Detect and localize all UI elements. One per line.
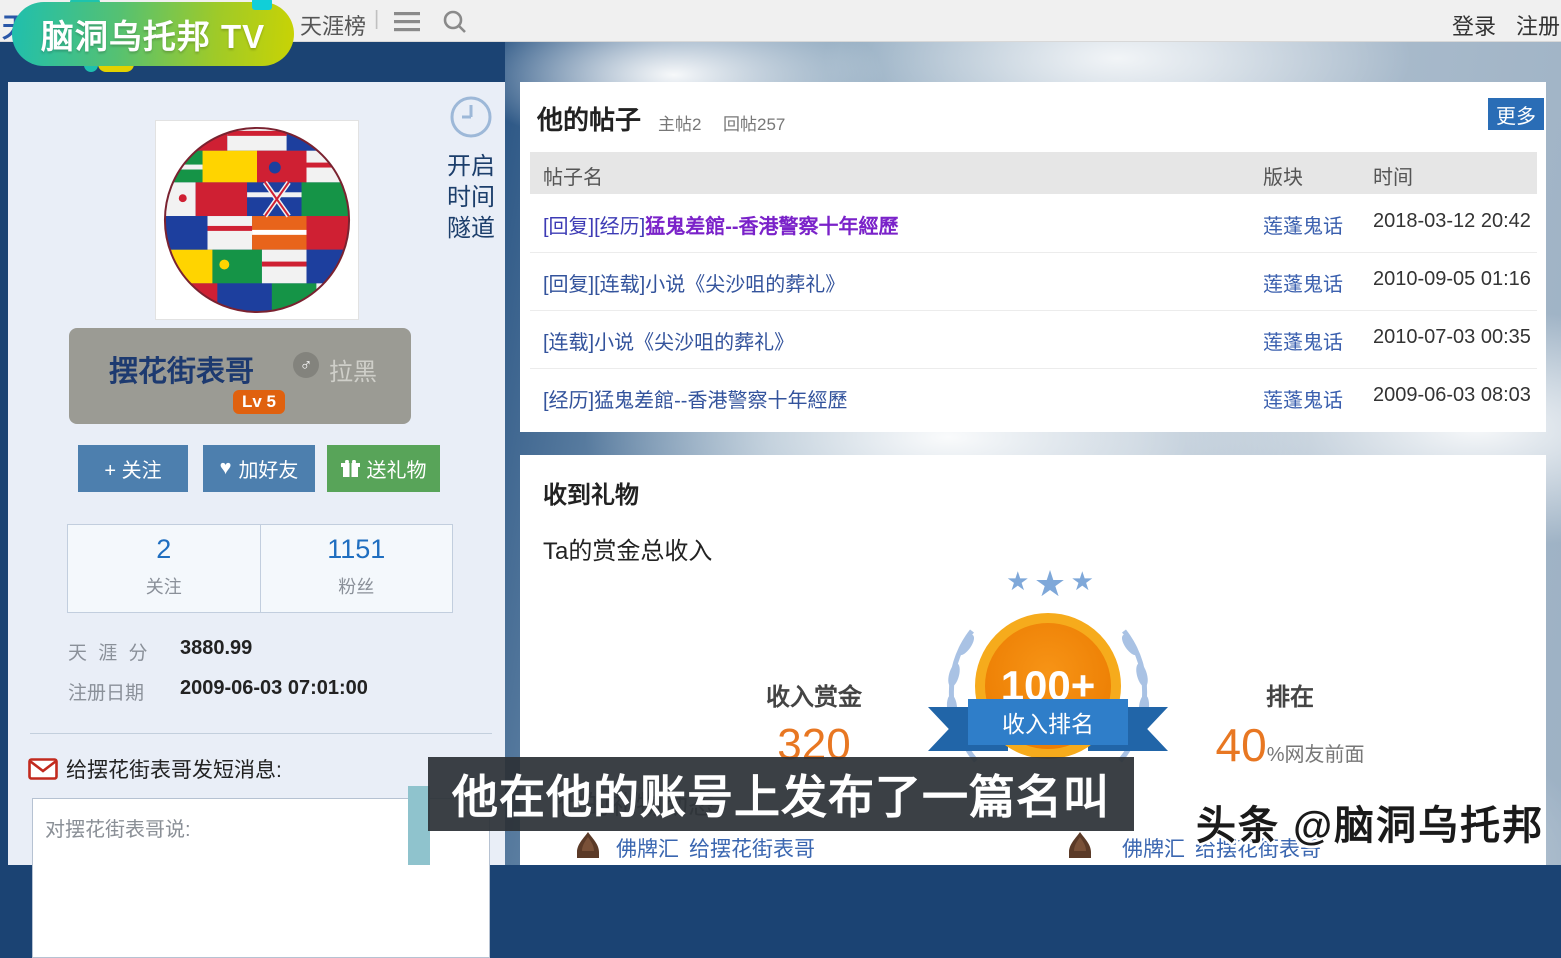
gifts-panel-title: 收到礼物 <box>543 475 639 510</box>
main-posts-count: 主帖2 <box>658 110 701 135</box>
logo-accent-shape <box>252 0 272 10</box>
time-tunnel-widget[interactable]: 开启 时间 隧道 <box>440 94 502 244</box>
rank-ribbon: 收入排名 <box>968 699 1128 745</box>
username: 摆花街表哥 <box>109 348 254 390</box>
tianya-score-label: 天 涯 分 <box>68 638 151 665</box>
time-tunnel-label: 时间 <box>440 182 502 213</box>
follow-stats-box: 2 关注 1151 粉丝 <box>67 524 453 613</box>
male-icon: ♂ <box>293 352 319 378</box>
followers-stat[interactable]: 1151 粉丝 <box>260 525 453 612</box>
post-time: 2010-07-03 00:35 <box>1373 326 1531 349</box>
channel-logo-text: 脑洞乌托邦 TV <box>41 10 265 58</box>
search-icon[interactable] <box>442 9 468 40</box>
avatar[interactable] <box>155 120 359 320</box>
time-tunnel-label: 开启 <box>440 151 502 182</box>
income-label: 收入赏金 <box>714 677 914 712</box>
board-link[interactable]: 莲蓬鬼话 <box>1263 210 1343 239</box>
divider <box>30 733 492 734</box>
following-count: 2 <box>68 534 260 565</box>
posts-panel-title: 他的帖子 <box>537 100 641 137</box>
post-time: 2010-09-05 01:16 <box>1373 268 1531 291</box>
table-row: [经历]猛鬼差館--香港警察十年經歷 莲蓬鬼话 2009-06-03 08:03 <box>530 368 1537 426</box>
reply-posts-count: 回帖257 <box>723 110 785 135</box>
rank-value: 40 <box>1216 719 1267 771</box>
following-stat[interactable]: 2 关注 <box>68 525 260 612</box>
followers-label: 粉丝 <box>261 573 453 599</box>
login-link[interactable]: 登录 <box>1452 9 1496 41</box>
send-message-heading: 给摆花街表哥发短消息: <box>28 754 282 784</box>
rank-ribbon-label: 收入排名 <box>1002 705 1094 739</box>
block-user-button[interactable]: 拉黑 <box>329 352 377 387</box>
column-header-time: 时间 <box>1373 161 1413 190</box>
clock-icon <box>448 94 494 140</box>
nav-separator: | <box>374 8 379 31</box>
table-row: [连载]小说《尖沙咀的葬礼》 莲蓬鬼话 2010-07-03 00:35 <box>530 310 1537 368</box>
posts-panel: 他的帖子 主帖2 回帖257 更多 帖子名 版块 时间 [回复][经历]猛鬼差館… <box>520 82 1546 432</box>
channel-watermark: 头条 @脑洞乌托邦 <box>1196 793 1544 851</box>
envelope-icon <box>28 758 58 780</box>
rank-label: 排在 <box>1180 677 1400 712</box>
flag-globe-image <box>156 121 358 319</box>
send-gift-button[interactable]: 送礼物 <box>327 445 440 492</box>
rank-stat: 排在 40%网友前面 <box>1180 677 1400 772</box>
board-link[interactable]: 莲蓬鬼话 <box>1263 384 1343 413</box>
post-title-link[interactable]: [回复][经历]猛鬼差館--香港警察十年經歷 <box>543 210 899 239</box>
video-subtitle-overlay: 他在他的账号上发布了一篇名叫 <box>428 757 1134 831</box>
followers-count: 1151 <box>261 534 453 565</box>
heart-icon: ♥ <box>220 457 232 480</box>
amulet-icon <box>572 831 604 859</box>
tianya-score-value: 3880.99 <box>180 637 252 660</box>
board-link[interactable]: 莲蓬鬼话 <box>1263 326 1343 355</box>
username-bar: 摆花街表哥 ♂ 拉黑 Lv 5 <box>69 328 411 424</box>
registration-date-value: 2009-06-03 07:01:00 <box>180 677 368 700</box>
posts-table-header: 帖子名 版块 时间 <box>530 152 1537 194</box>
gift-feed-item[interactable]: 佛牌汇给摆花街表哥 <box>616 833 815 863</box>
column-header-name: 帖子名 <box>543 161 603 190</box>
post-title-link[interactable]: [连载]小说《尖沙咀的葬礼》 <box>543 326 794 355</box>
profile-sidebar: 开启 时间 隧道 摆花街表哥 ♂ 拉黑 Lv 5 <box>8 82 505 865</box>
menu-icon[interactable] <box>394 12 422 37</box>
amulet-icon <box>1064 831 1096 859</box>
table-row: [回复][连载]小说《尖沙咀的葬礼》 莲蓬鬼话 2010-09-05 01:16 <box>530 252 1537 310</box>
follow-button[interactable]: + 关注 <box>78 445 188 492</box>
post-time: 2009-06-03 08:03 <box>1373 384 1531 407</box>
bounty-income-subtitle: Ta的赏金总收入 <box>543 531 712 566</box>
post-time: 2018-03-12 20:42 <box>1373 210 1531 233</box>
post-title-link[interactable]: [回复][连载]小说《尖沙咀的葬礼》 <box>543 268 845 297</box>
nav-tianya-rank[interactable]: 天涯榜 <box>300 9 366 41</box>
column-header-board: 版块 <box>1263 161 1303 190</box>
subtitle-text: 他在他的账号上发布了一篇名叫 <box>452 761 1110 827</box>
video-frame-strip <box>408 786 430 865</box>
more-posts-button[interactable]: 更多 <box>1488 98 1544 130</box>
registration-date-label: 注册日期 <box>68 678 144 705</box>
rank-suffix: %网友前面 <box>1267 744 1365 766</box>
channel-logo-badge: 脑洞乌托邦 TV <box>12 2 294 66</box>
time-tunnel-label: 隧道 <box>440 213 502 244</box>
add-friend-button[interactable]: ♥ 加好友 <box>203 445 315 492</box>
gift-icon <box>341 460 360 478</box>
register-link[interactable]: 注册 <box>1516 9 1560 41</box>
post-title-link[interactable]: [经历]猛鬼差館--香港警察十年經歷 <box>543 384 847 413</box>
board-link[interactable]: 莲蓬鬼话 <box>1263 268 1343 297</box>
table-row: [回复][经历]猛鬼差館--香港警察十年經歷 莲蓬鬼话 2018-03-12 2… <box>530 194 1537 252</box>
level-badge: Lv 5 <box>233 390 285 414</box>
following-label: 关注 <box>68 573 260 599</box>
